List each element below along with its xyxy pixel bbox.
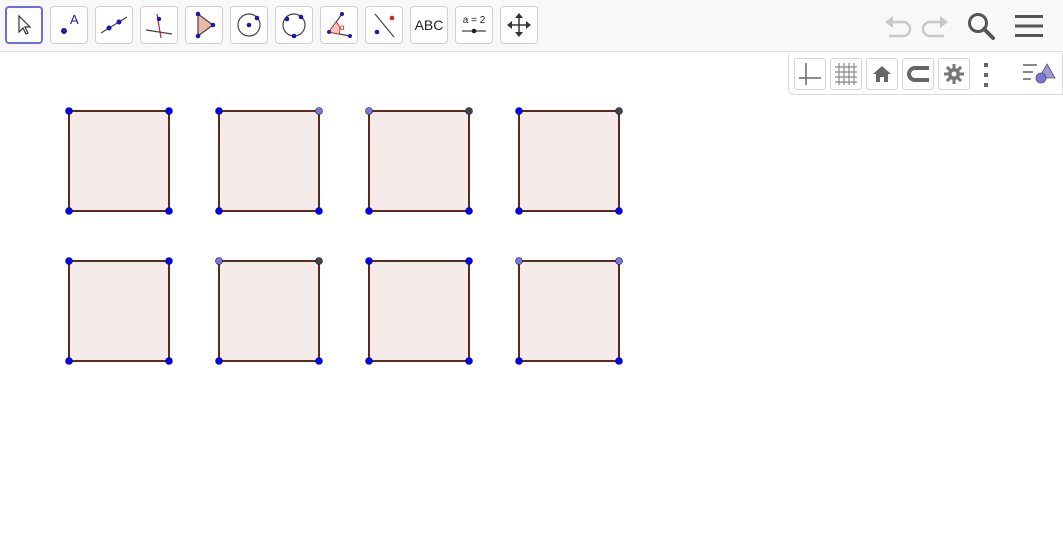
vertex-point[interactable] bbox=[315, 257, 323, 265]
redo-icon bbox=[921, 16, 948, 38]
square[interactable] bbox=[365, 107, 473, 215]
slider-track-icon bbox=[462, 28, 486, 34]
vertex-point[interactable] bbox=[365, 257, 373, 265]
perpendicular-line-icon bbox=[145, 13, 173, 39]
vertex-point[interactable] bbox=[315, 207, 323, 215]
vertex-point[interactable] bbox=[165, 107, 173, 115]
search-button[interactable] bbox=[965, 10, 997, 42]
point-tool-label: A bbox=[70, 12, 79, 27]
square-polygon[interactable] bbox=[68, 260, 170, 362]
square[interactable] bbox=[365, 257, 473, 365]
vertex-point[interactable] bbox=[465, 257, 473, 265]
vertex-point[interactable] bbox=[615, 107, 623, 115]
vertex-point[interactable] bbox=[515, 257, 523, 265]
vertex-point[interactable] bbox=[465, 207, 473, 215]
polygon-tool-button[interactable] bbox=[185, 6, 223, 44]
point-tool-button[interactable]: A bbox=[50, 6, 88, 44]
vertex-point[interactable] bbox=[465, 357, 473, 365]
angle-tool-label: α bbox=[340, 23, 345, 32]
vertex-point[interactable] bbox=[515, 207, 523, 215]
square[interactable] bbox=[515, 107, 623, 215]
circle-center-point-icon bbox=[237, 13, 261, 37]
toolbar: A α ABC a = 2 bbox=[0, 0, 1063, 52]
line-tool-button[interactable] bbox=[95, 6, 133, 44]
square-polygon[interactable] bbox=[368, 110, 470, 212]
reflect-tool-button[interactable] bbox=[365, 6, 403, 44]
vertex-point[interactable] bbox=[215, 257, 223, 265]
vertex-point[interactable] bbox=[215, 107, 223, 115]
vertex-point[interactable] bbox=[165, 207, 173, 215]
perpendicular-tool-button[interactable] bbox=[140, 6, 178, 44]
vertex-point[interactable] bbox=[65, 257, 73, 265]
square-polygon[interactable] bbox=[218, 260, 320, 362]
vertex-point[interactable] bbox=[65, 357, 73, 365]
vertex-point[interactable] bbox=[65, 207, 73, 215]
vertex-point[interactable] bbox=[215, 357, 223, 365]
text-tool-button[interactable]: ABC bbox=[410, 6, 448, 44]
polygon-icon bbox=[195, 11, 216, 39]
square[interactable] bbox=[65, 107, 173, 215]
vertex-point[interactable] bbox=[365, 357, 373, 365]
menu-icon bbox=[1015, 15, 1043, 37]
angle-icon: α bbox=[327, 12, 352, 38]
square-polygon[interactable] bbox=[218, 110, 320, 212]
vertex-point[interactable] bbox=[365, 207, 373, 215]
vertex-point[interactable] bbox=[165, 357, 173, 365]
square-polygon[interactable] bbox=[518, 260, 620, 362]
square-polygon[interactable] bbox=[68, 110, 170, 212]
square-polygon[interactable] bbox=[518, 110, 620, 212]
graphics-view[interactable] bbox=[0, 53, 1063, 556]
reflect-line-icon bbox=[374, 13, 395, 38]
vertex-point[interactable] bbox=[515, 107, 523, 115]
circle-tool-button[interactable] bbox=[230, 6, 268, 44]
square[interactable] bbox=[515, 257, 623, 365]
square[interactable] bbox=[65, 257, 173, 365]
circle-three-points-tool-button[interactable] bbox=[275, 6, 313, 44]
vertex-point[interactable] bbox=[615, 207, 623, 215]
search-icon bbox=[968, 13, 995, 40]
cursor-icon bbox=[18, 14, 32, 35]
vertex-point[interactable] bbox=[165, 257, 173, 265]
redo-button[interactable] bbox=[919, 10, 951, 42]
vertex-point[interactable] bbox=[315, 107, 323, 115]
move-view-tool-button[interactable] bbox=[500, 6, 538, 44]
vertex-point[interactable] bbox=[515, 357, 523, 365]
square[interactable] bbox=[215, 107, 323, 215]
vertex-point[interactable] bbox=[465, 107, 473, 115]
square-polygon[interactable] bbox=[368, 260, 470, 362]
move-graphics-view-icon bbox=[507, 13, 531, 37]
vertex-point[interactable] bbox=[615, 257, 623, 265]
undo-button[interactable] bbox=[882, 10, 914, 42]
vertex-point[interactable] bbox=[215, 207, 223, 215]
line-icon bbox=[100, 16, 128, 34]
point-icon: A bbox=[61, 12, 79, 34]
text-icon: ABC bbox=[414, 17, 444, 33]
move-tool-button[interactable] bbox=[5, 6, 43, 44]
angle-tool-button[interactable]: α bbox=[320, 6, 358, 44]
undo-icon bbox=[885, 16, 912, 38]
circle-three-points-icon bbox=[282, 13, 306, 39]
vertex-point[interactable] bbox=[65, 107, 73, 115]
slider-tool-button[interactable]: a = 2 bbox=[455, 6, 493, 44]
slider-icon: a = 2 bbox=[462, 15, 486, 26]
main-menu-button[interactable] bbox=[1013, 10, 1045, 42]
square[interactable] bbox=[215, 257, 323, 365]
vertex-point[interactable] bbox=[365, 107, 373, 115]
vertex-point[interactable] bbox=[615, 357, 623, 365]
vertex-point[interactable] bbox=[315, 357, 323, 365]
